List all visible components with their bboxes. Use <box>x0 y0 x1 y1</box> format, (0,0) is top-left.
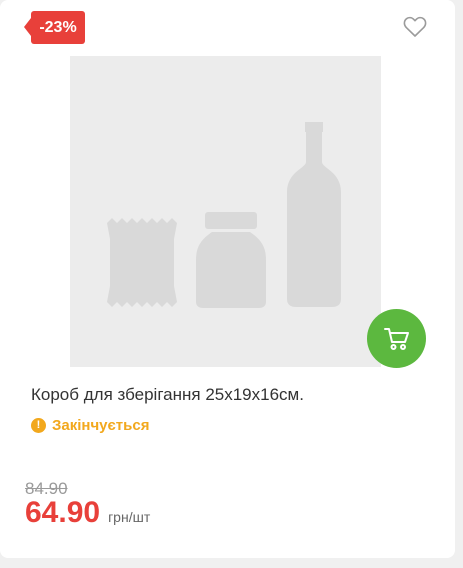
cart-icon <box>383 327 409 350</box>
bottle-shape <box>287 122 341 307</box>
product-card[interactable]: -23% Короб для зберігання 25х19х16см. ! … <box>0 0 455 558</box>
discount-badge-text: -23% <box>39 19 77 36</box>
discount-badge: -23% <box>24 11 85 44</box>
current-price: 64.90 <box>25 496 101 529</box>
exclamation-icon: ! <box>31 418 46 433</box>
price-row: 64.90 грн/шт <box>25 496 150 530</box>
stock-status-text: Закінчується <box>52 417 150 434</box>
jar-body-shape <box>196 232 266 308</box>
snack-bag-shape <box>107 218 177 307</box>
product-image-placeholder[interactable] <box>70 56 381 367</box>
stock-status: ! Закінчується <box>31 417 149 434</box>
heart-icon[interactable] <box>403 16 427 38</box>
jar-lid-shape <box>205 212 257 229</box>
add-to-cart-button[interactable] <box>367 309 426 368</box>
product-title[interactable]: Короб для зберігання 25х19х16см. <box>31 385 304 405</box>
price-unit: грн/шт <box>108 509 151 525</box>
